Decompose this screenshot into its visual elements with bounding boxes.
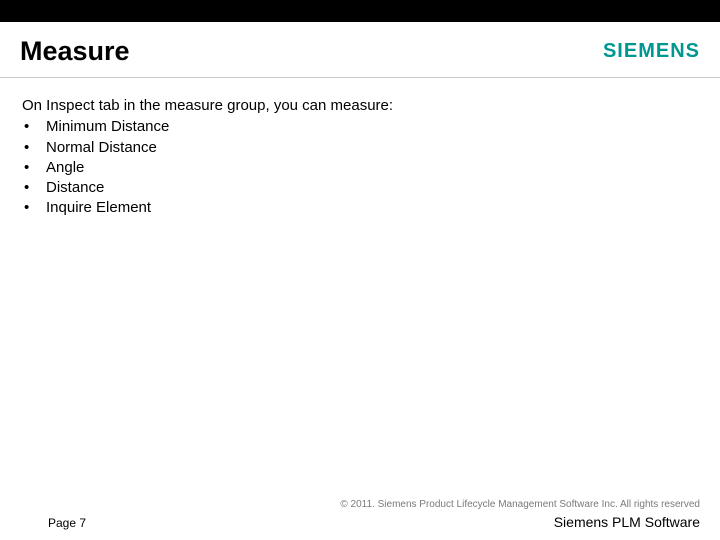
bullet-icon: • <box>22 178 46 198</box>
footer: © 2011. Siemens Product Lifecycle Manage… <box>0 499 720 530</box>
bullet-icon: • <box>22 198 46 218</box>
bullet-icon: • <box>22 117 46 137</box>
bullet-text: Minimum Distance <box>46 117 169 137</box>
bullet-text: Inquire Element <box>46 198 151 218</box>
copyright-text: © 2011. Siemens Product Lifecycle Manage… <box>48 499 700 510</box>
list-item: •Distance <box>22 178 698 198</box>
list-item: •Minimum Distance <box>22 117 698 137</box>
bullet-icon: • <box>22 158 46 178</box>
list-item: •Normal Distance <box>22 138 698 158</box>
bullet-text: Angle <box>46 158 84 178</box>
bullet-icon: • <box>22 138 46 158</box>
list-item: •Inquire Element <box>22 198 698 218</box>
page-number: Page 7 <box>48 516 86 530</box>
intro-text: On Inspect tab in the measure group, you… <box>22 96 698 116</box>
siemens-logo: SIEMENS <box>603 40 700 63</box>
page-title: Measure <box>20 36 130 67</box>
bullet-list: •Minimum Distance •Normal Distance •Angl… <box>22 117 698 218</box>
bullet-text: Distance <box>46 178 104 198</box>
bullet-text: Normal Distance <box>46 138 157 158</box>
footer-row: Page 7 Siemens PLM Software <box>48 514 700 530</box>
plm-software-text: Siemens PLM Software <box>554 514 700 530</box>
header: Measure SIEMENS <box>0 22 720 78</box>
content-area: On Inspect tab in the measure group, you… <box>0 78 720 219</box>
top-black-bar <box>0 0 720 22</box>
list-item: •Angle <box>22 158 698 178</box>
